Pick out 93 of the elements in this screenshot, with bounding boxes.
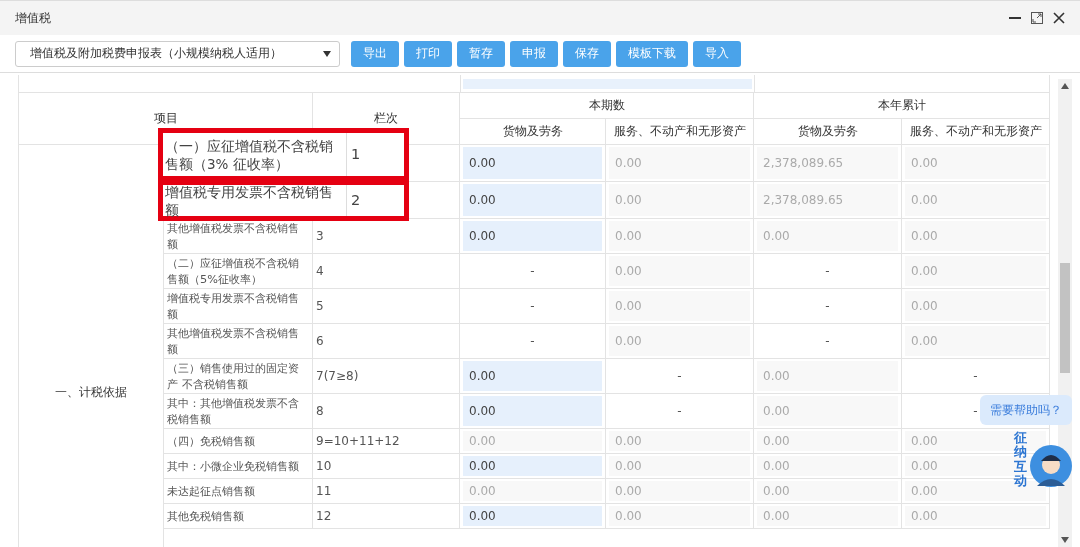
maximize-icon[interactable] bbox=[1030, 11, 1044, 25]
amount-field[interactable]: 0.00 bbox=[463, 456, 602, 476]
close-icon[interactable] bbox=[1052, 11, 1066, 25]
amount-readonly: 0.00 bbox=[757, 506, 898, 526]
window-title: 增值税 bbox=[15, 9, 51, 27]
item-label: 其中：小微企业免税销售额 bbox=[167, 458, 299, 475]
amount-field[interactable]: 0.00 bbox=[463, 221, 602, 251]
amount-field[interactable]: 0.00 bbox=[463, 184, 602, 216]
line-number: 10 bbox=[316, 459, 332, 473]
amount-readonly: 2,378,089.65 bbox=[757, 184, 898, 216]
table-cell: - bbox=[530, 299, 535, 313]
column-header: 货物及劳务 bbox=[460, 119, 606, 145]
toolbar-button[interactable]: 保存 bbox=[563, 40, 611, 67]
item-label: 增值税专用发票不含税销售额 bbox=[167, 291, 300, 322]
amount-readonly: 0.00 bbox=[463, 481, 602, 501]
line-number: 8 bbox=[316, 404, 324, 418]
amount-readonly: 2,378,089.65 bbox=[757, 147, 898, 179]
amount-readonly: 0.00 bbox=[905, 184, 1046, 216]
table-cell: - bbox=[825, 334, 830, 348]
item-label: （三）销售使用过的固定资产 不含税销售额 bbox=[167, 361, 300, 392]
amount-readonly: 0.00 bbox=[757, 431, 898, 451]
item-label: 其他增值税发票不含税销售额 bbox=[167, 326, 300, 357]
line-number: 3 bbox=[316, 229, 324, 243]
amount-field[interactable]: 0.00 bbox=[463, 396, 602, 426]
amount-readonly: 0.00 bbox=[905, 326, 1046, 356]
amount-readonly: 0.00 bbox=[609, 456, 750, 476]
line-number: 9=10+11+12 bbox=[316, 434, 400, 448]
amount-field[interactable]: 0.00 bbox=[463, 361, 602, 391]
table-cell: - bbox=[677, 404, 682, 418]
item-label: 增值税专用发票不含税销售额 bbox=[163, 185, 347, 216]
amount-readonly: 0.00 bbox=[905, 506, 1046, 526]
amount-readonly: 0.00 bbox=[609, 184, 750, 216]
amount-readonly: 0.00 bbox=[757, 481, 898, 501]
item-label: （二）应征增值税不含税销售额（5%征收率） bbox=[167, 256, 300, 287]
caret-icon bbox=[323, 50, 331, 57]
table-cell: - bbox=[973, 404, 978, 418]
toolbar-button[interactable]: 导出 bbox=[351, 40, 399, 67]
item-label: （一）应征增值税不含税销售额（3% 征收率） bbox=[163, 133, 347, 176]
scrollbar-thumb[interactable] bbox=[1060, 263, 1070, 373]
line-number: 4 bbox=[316, 264, 324, 278]
amount-readonly: 0.00 bbox=[609, 431, 750, 451]
amount-field[interactable]: 0.00 bbox=[463, 147, 602, 179]
amount-readonly: 0.00 bbox=[609, 256, 750, 286]
amount-readonly: 0.00 bbox=[609, 291, 750, 321]
amount-readonly: 0.00 bbox=[609, 326, 750, 356]
amount-readonly: 0.00 bbox=[609, 481, 750, 501]
help-bubble[interactable]: 需要帮助吗？ bbox=[980, 395, 1072, 425]
amount-readonly: 0.00 bbox=[609, 221, 750, 251]
scroll-up-icon[interactable] bbox=[1061, 83, 1069, 89]
amount-readonly: 0.00 bbox=[905, 221, 1046, 251]
column-header: 服务、不动产和无形资产 bbox=[606, 119, 754, 145]
amount-readonly: 0.00 bbox=[757, 221, 898, 251]
column-header: 服务、不动产和无形资产 bbox=[902, 119, 1050, 145]
table-cell: - bbox=[825, 264, 830, 278]
table-cell: - bbox=[530, 334, 535, 348]
item-label: （四）免税销售额 bbox=[167, 433, 255, 450]
form-select[interactable]: 增值税及附加税费申报表（小规模纳税人适用） bbox=[15, 40, 340, 67]
amount-readonly: 0.00 bbox=[609, 147, 750, 179]
table-cell: - bbox=[677, 369, 682, 383]
column-header: 货物及劳务 bbox=[754, 119, 902, 145]
line-number: 2 bbox=[350, 190, 361, 210]
toolbar-button[interactable]: 打印 bbox=[404, 40, 452, 67]
amount-readonly: 0.00 bbox=[609, 506, 750, 526]
toolbar-button[interactable]: 导入 bbox=[693, 40, 741, 67]
column-header: 本年累计 bbox=[754, 93, 1050, 119]
amount-field[interactable]: 0.00 bbox=[463, 506, 602, 526]
line-number: 7(7≥8) bbox=[316, 369, 359, 383]
amount-readonly: 0.00 bbox=[757, 361, 898, 391]
amount-readonly: 0.00 bbox=[905, 256, 1046, 286]
column-header: 本期数 bbox=[460, 93, 754, 119]
amount-readonly: 0.00 bbox=[905, 291, 1046, 321]
amount-readonly: 0.00 bbox=[463, 431, 602, 451]
line-number: 12 bbox=[316, 509, 332, 523]
item-label: 其他免税销售额 bbox=[167, 508, 244, 525]
amount-readonly: 0.00 bbox=[905, 147, 1046, 179]
item-label: 未达起征点销售额 bbox=[167, 483, 255, 500]
table-cell: - bbox=[825, 299, 830, 313]
amount-readonly: 0.00 bbox=[757, 456, 898, 476]
table-cell: - bbox=[530, 264, 535, 278]
line-number: 6 bbox=[316, 334, 324, 348]
item-label: 其中：其他增值税发票不含税销售额 bbox=[167, 396, 300, 427]
line-number: 1 bbox=[350, 144, 361, 164]
scroll-down-icon[interactable] bbox=[1061, 537, 1069, 543]
toolbar-button[interactable]: 申报 bbox=[510, 40, 558, 67]
section-label: 一、计税依据 bbox=[55, 384, 127, 401]
toolbar-button[interactable]: 暂存 bbox=[457, 40, 505, 67]
amount-readonly: 0.00 bbox=[757, 396, 898, 426]
table-cell: - bbox=[973, 369, 978, 383]
toolbar-button[interactable]: 模板下载 bbox=[616, 40, 688, 67]
person-icon bbox=[1029, 444, 1073, 489]
item-label: 其他增值税发票不含税销售额 bbox=[167, 221, 300, 252]
line-number: 5 bbox=[316, 299, 324, 313]
line-number: 11 bbox=[316, 484, 332, 498]
